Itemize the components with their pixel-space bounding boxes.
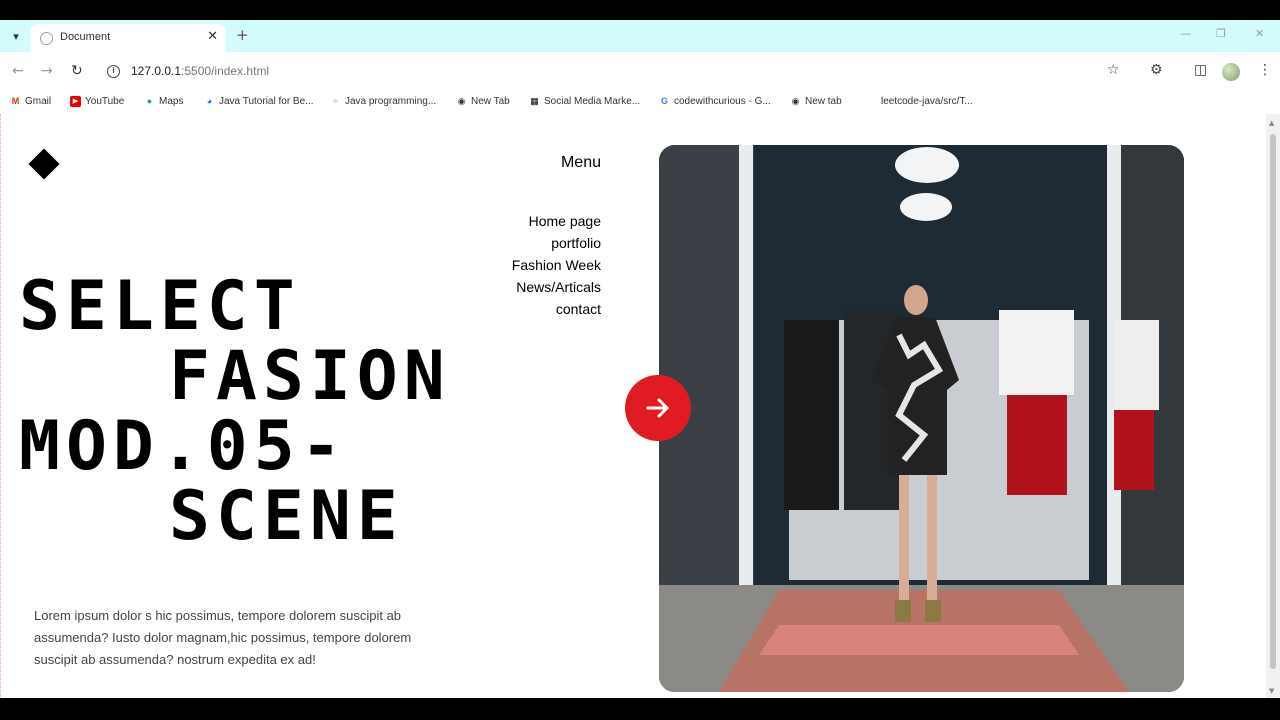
youtube-icon: ▶ — [70, 96, 81, 107]
globe-icon: ◉ — [457, 96, 466, 106]
bookmark-label: Java Tutorial for Be... — [219, 96, 314, 107]
bookmark-gmail[interactable]: M Gmail — [10, 96, 51, 107]
hero-line: SCENE — [169, 477, 404, 556]
bookmark-label: Social Media Marke... — [544, 96, 641, 107]
page-scrollbar[interactable]: ▲ ▼ — [1266, 114, 1280, 698]
tab-search-chevron-icon[interactable]: ▾ — [6, 26, 26, 46]
bookmark-star-icon[interactable]: ☆ — [1107, 62, 1120, 78]
bookmark-label: Gmail — [25, 96, 52, 107]
fashion-photo-illustration — [659, 145, 1184, 692]
nav-link-contact[interactable]: contact — [471, 298, 601, 320]
browser-toolbar: ← → ↻ i 127.0.0.1:5500/index.html ☆ ⚙ ◫ … — [0, 52, 1280, 92]
nav-link-home[interactable]: Home page — [471, 210, 601, 232]
hero-line: SELECT — [19, 267, 301, 346]
bookmark-label: New Tab — [471, 96, 510, 107]
browser-tab[interactable]: Document ✕ — [30, 24, 226, 52]
menu-title[interactable]: Menu — [521, 154, 601, 172]
bookmark-label: YouTube — [85, 96, 125, 107]
bookmark-maps[interactable]: ● Maps — [144, 96, 184, 107]
bookmark-leetcode[interactable]: • leetcode-java/src/T... — [866, 96, 973, 107]
maps-icon: ● — [146, 96, 153, 106]
back-icon[interactable]: ← — [12, 63, 24, 79]
url-host: 127.0.0.1 — [131, 64, 182, 78]
bookmark-label: Java programming... — [345, 96, 437, 107]
side-panel-icon[interactable]: ◫ — [1194, 62, 1207, 78]
bookmark-java-programming[interactable]: ≈ Java programming... — [330, 96, 436, 107]
bookmark-icon: • — [869, 96, 874, 106]
tab-strip: ▾ Document ✕ + — ❐ ✕ — [0, 20, 1280, 52]
google-icon: G — [660, 96, 668, 106]
nav-menu: Home page portfolio Fashion Week News/Ar… — [471, 210, 601, 320]
bookmark-codewithcurious[interactable]: Gcodewithcurious - G... — [659, 96, 771, 107]
site-icon: ▦ — [530, 96, 539, 106]
new-tab-icon[interactable]: + — [236, 26, 249, 44]
url-path: :5500/index.html — [181, 64, 270, 78]
page-viewport: Menu Home page portfolio Fashion Week Ne… — [0, 114, 1280, 698]
close-tab-icon[interactable]: ✕ — [207, 29, 218, 44]
minimize-icon[interactable]: — — [1180, 27, 1191, 40]
scroll-down-icon[interactable]: ▼ — [1269, 687, 1274, 695]
globe-icon — [40, 32, 53, 45]
bookmark-label: Maps — [159, 96, 184, 107]
profile-avatar[interactable] — [1222, 63, 1240, 81]
more-menu-icon[interactable]: ⋮ — [1258, 62, 1272, 78]
bookmark-youtube[interactable]: ▶ YouTube — [70, 96, 124, 107]
screen-bottom-border — [0, 698, 1280, 720]
bookmark-social-media[interactable]: ▦ Social Media Marke... — [529, 96, 640, 107]
gmail-icon: M — [11, 96, 20, 106]
nav-link-fashion-week[interactable]: Fashion Week — [471, 254, 601, 276]
hero-heading: SELECT FASION MOD.05- SCENE — [19, 272, 451, 552]
window-close-icon[interactable]: ✕ — [1255, 27, 1264, 40]
scroll-thumb[interactable] — [1270, 134, 1276, 669]
extensions-icon[interactable]: ⚙ — [1150, 62, 1163, 78]
address-bar[interactable]: 127.0.0.1:5500/index.html — [131, 64, 269, 78]
forward-icon[interactable]: → — [41, 63, 53, 79]
nav-link-portfolio[interactable]: portfolio — [471, 232, 601, 254]
bookmark-java-tutorial[interactable]: ◕ Java Tutorial for Be... — [204, 96, 314, 107]
screen-top-border — [0, 0, 1280, 20]
bookmark-label: New tab — [805, 96, 842, 107]
bookmark-new-tab-2[interactable]: ◉ New tab — [790, 96, 842, 107]
globe-icon: ◕ — [206, 96, 213, 106]
reload-icon[interactable]: ↻ — [71, 63, 83, 79]
bookmark-label: leetcode-java/src/T... — [881, 96, 973, 107]
bookmark-label: codewithcurious - G... — [674, 96, 771, 107]
diamond-logo-icon[interactable] — [28, 148, 60, 180]
bookmark-icon: ≈ — [333, 96, 338, 106]
fashion-photo — [659, 145, 1184, 692]
hero-description: Lorem ipsum dolor s hic possimus, tempor… — [34, 608, 412, 667]
hero-line: FASION — [169, 337, 451, 416]
next-arrow-button[interactable] — [625, 375, 691, 441]
restore-icon[interactable]: ❐ — [1216, 27, 1226, 40]
bookmarks-bar: M Gmail ▶ YouTube ● Maps ◕ Java Tutorial for… — [0, 92, 1280, 114]
arrow-right-icon — [646, 398, 669, 418]
hero-line: MOD.05- — [19, 407, 348, 486]
scroll-up-icon[interactable]: ▲ — [1269, 119, 1274, 127]
globe-icon: ◉ — [791, 96, 800, 106]
bookmark-new-tab[interactable]: ◉ New Tab — [456, 96, 510, 107]
tab-title: Document — [60, 31, 111, 43]
nav-link-news[interactable]: News/Articals — [471, 276, 601, 298]
site-info-icon[interactable]: i — [107, 65, 120, 78]
